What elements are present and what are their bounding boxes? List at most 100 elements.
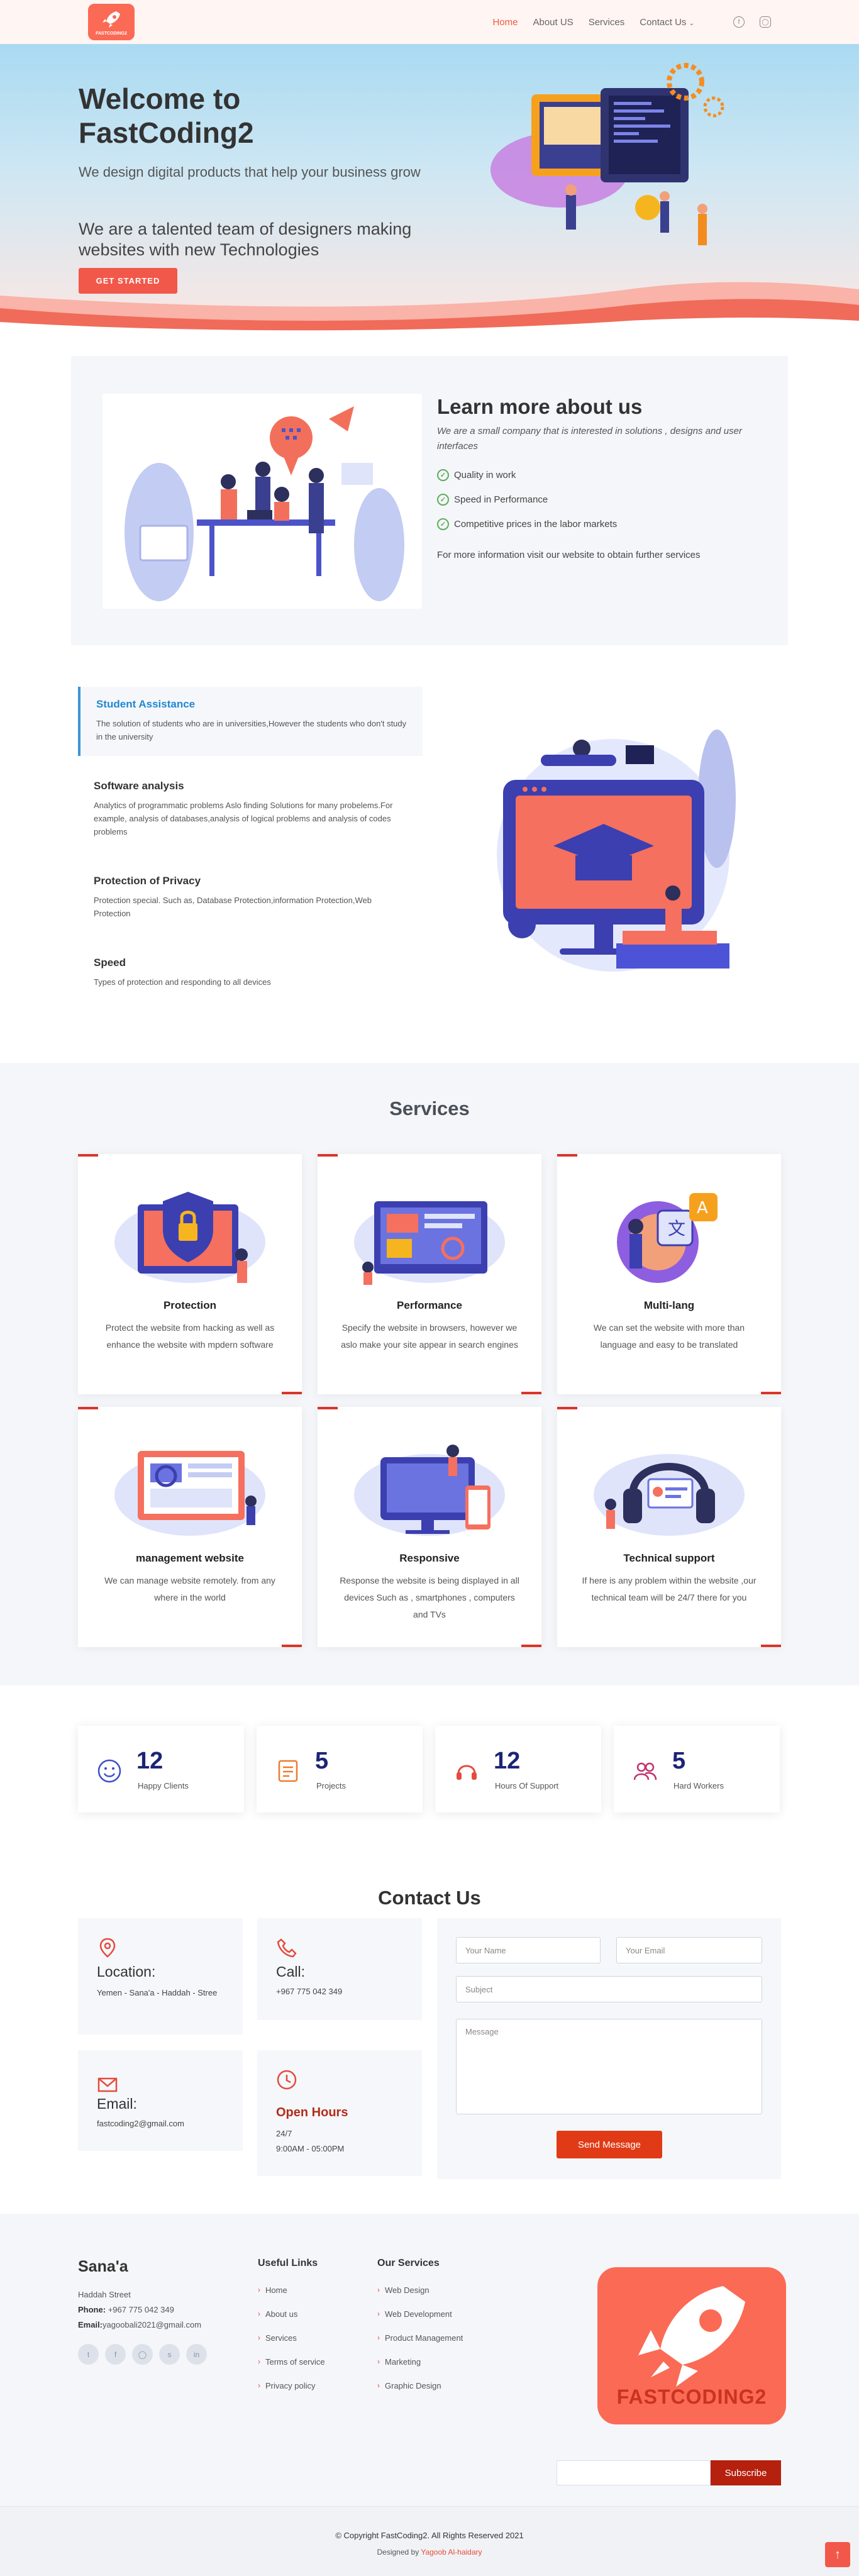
support-illustration	[594, 1454, 745, 1536]
service-card-multilang[interactable]: 文 A Multi-lang We can set the website wi…	[557, 1154, 781, 1394]
newsletter-email-input[interactable]	[557, 2460, 711, 2485]
stats-counters: 12 Happy Clients 5 Projects 12 Hours Of …	[78, 1726, 781, 1813]
service-card-management[interactable]: management website We can manage website…	[78, 1407, 302, 1647]
name-input[interactable]	[456, 1937, 601, 1963]
send-message-button[interactable]: Send Message	[557, 2131, 662, 2158]
footer-email-label: Email:	[78, 2320, 103, 2329]
chevron-right-icon: ›	[377, 2285, 380, 2294]
chevron-right-icon: ›	[377, 2309, 380, 2318]
service-card-performance[interactable]: Performance Specify the website in brows…	[318, 1154, 541, 1394]
protection-illustration	[114, 1192, 265, 1283]
skype-icon[interactable]: s	[159, 2344, 180, 2365]
subscribe-button[interactable]: Subscribe	[711, 2460, 781, 2485]
twitter-icon[interactable]: t	[78, 2344, 99, 2365]
email-box: Email: fastcoding2@gmail.com	[78, 2050, 243, 2151]
contact-title: Contact Us	[378, 1887, 481, 1909]
footer-service-link[interactable]: › Web Design	[377, 2278, 463, 2302]
chevron-right-icon: ›	[258, 2381, 260, 2390]
nav-home[interactable]: Home	[492, 17, 518, 28]
back-to-top-button[interactable]: ↑	[825, 2542, 850, 2567]
footer-service-link[interactable]: › Web Development	[377, 2302, 463, 2326]
service-text: Response the website is being displayed …	[340, 1575, 519, 1619]
multilang-illustration: 文 A	[617, 1193, 718, 1283]
footer-email-line: Email:yagoobali2021@gmail.com	[78, 2318, 207, 2333]
chevron-right-icon: ›	[258, 2333, 260, 2342]
service-card-protection[interactable]: Protection Protect the website from hack…	[78, 1154, 302, 1394]
services-section: Services Protection Protect the website …	[0, 1063, 859, 1685]
nav-services[interactable]: Services	[589, 17, 625, 28]
counter-label: Hard Workers	[673, 1781, 724, 1790]
service-card-responsive[interactable]: Responsive Response the website is being…	[318, 1407, 541, 1647]
service-card-technical-support[interactable]: Technical support If here is any problem…	[557, 1407, 781, 1647]
footer-link-label: Privacy policy	[265, 2380, 316, 2390]
footer-service-label: Product Management	[385, 2333, 463, 2343]
facebook-icon[interactable]: f	[733, 16, 745, 28]
hours-title: Open Hours	[276, 2106, 348, 2119]
call-text: +967 775 042 349	[276, 1987, 343, 1996]
about-point-label: Competitive prices in the labor markets	[454, 519, 618, 530]
service-title: management website	[136, 1552, 244, 1564]
feature-tab-software-analysis[interactable]: Software analysis Analytics of programma…	[78, 769, 423, 851]
linkedin-icon[interactable]: in	[186, 2344, 207, 2365]
nav-about[interactable]: About US	[533, 17, 573, 28]
footer-link[interactable]: › Home	[258, 2278, 325, 2302]
feature-title: Protection of Privacy	[94, 875, 201, 887]
subject-input[interactable]	[456, 1976, 762, 2002]
email-input[interactable]	[616, 1937, 762, 1963]
footer-link[interactable]: › About us	[258, 2302, 325, 2326]
feature-tab-privacy[interactable]: Protection of Privacy Protection special…	[78, 863, 423, 933]
chevron-right-icon: ›	[377, 2357, 380, 2366]
instagram-icon[interactable]: ◯	[760, 16, 771, 28]
hero-wave	[0, 282, 859, 333]
about-lead: We are a small company that is intereste…	[437, 426, 742, 452]
footer-link-label: Terms of service	[265, 2357, 325, 2367]
instagram-icon[interactable]: ◯	[132, 2344, 153, 2365]
about-point-label: Speed in Performance	[454, 494, 548, 505]
footer-service-link[interactable]: › Marketing	[377, 2350, 463, 2373]
footer-link[interactable]: › Services	[258, 2326, 325, 2350]
footer-link[interactable]: › Privacy policy	[258, 2373, 325, 2397]
check-circle-icon: ✓	[437, 494, 449, 506]
services-grid: Protection Protect the website from hack…	[78, 1154, 781, 1647]
location-box: Location: Yemen - Sana'a - Haddah - Stre…	[78, 1918, 243, 2035]
feature-tab-student-assistance[interactable]: Student Assistance The solution of stude…	[78, 687, 423, 756]
feature-text: Types of protection and responding to al…	[94, 977, 271, 987]
svg-text:文: 文	[668, 1218, 685, 1239]
site-logo[interactable]: FASTCODING2	[88, 4, 135, 40]
designed-by: Designed by Yagoob Al-haidary	[0, 2548, 859, 2557]
footer-service-link[interactable]: › Graphic Design	[377, 2373, 463, 2397]
message-textarea[interactable]	[456, 2019, 762, 2114]
footer-link[interactable]: › Terms of service	[258, 2350, 325, 2373]
service-title: Technical support	[623, 1552, 715, 1564]
logo-text: FASTCODING2	[96, 31, 127, 36]
location-title: Location:	[97, 1963, 156, 1980]
contact-form: Send Message	[437, 1918, 781, 2179]
chevron-right-icon: ›	[258, 2309, 260, 2318]
chevron-down-icon: ⌄	[689, 19, 694, 27]
svg-text:A: A	[697, 1199, 708, 1218]
counter-value: 5	[672, 1748, 686, 1774]
about-point-label: Quality in work	[454, 470, 516, 480]
service-title: Performance	[397, 1299, 462, 1311]
phone-icon	[277, 1938, 297, 1958]
clock-icon	[277, 2070, 297, 2090]
facebook-icon[interactable]: f	[105, 2344, 126, 2365]
footer-service-link[interactable]: › Product Management	[377, 2326, 463, 2350]
hours-line2: 9:00AM - 05:00PM	[276, 2144, 345, 2153]
footer-service-label: Web Design	[385, 2285, 430, 2295]
nav-contact[interactable]: Contact Us ⌄	[640, 17, 694, 28]
feature-title: Speed	[94, 957, 126, 969]
people-icon	[633, 1762, 657, 1780]
feature-tab-speed[interactable]: Speed Types of protection and responding…	[78, 945, 423, 1001]
counter-hours-support: 12 Hours Of Support	[435, 1726, 601, 1813]
footer-phone-line: Phone: +967 775 042 349	[78, 2302, 207, 2318]
email-text: fastcoding2@gmail.com	[97, 2119, 184, 2128]
feature-text: The solution of students who are in univ…	[96, 719, 407, 741]
services-title: Services	[389, 1097, 470, 1119]
chevron-right-icon: ›	[377, 2333, 380, 2342]
about-points: ✓ Quality in work ✓ Speed in Performance ✓…	[437, 463, 617, 536]
education-illustration	[497, 730, 736, 972]
about-title: Learn more about us	[437, 395, 643, 418]
designer-name[interactable]: Yagoob Al-haidary	[421, 2548, 482, 2557]
copyright-text: © Copyright FastCoding2. All Rights Rese…	[335, 2531, 524, 2540]
